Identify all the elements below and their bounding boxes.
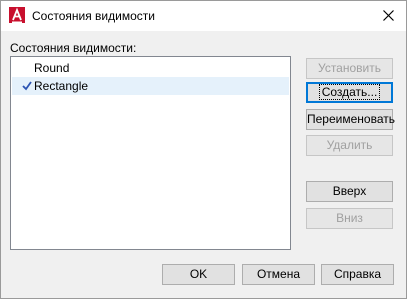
title-bar: Состояния видимости: [1, 1, 406, 31]
delete-label: Удалить: [326, 138, 373, 152]
cancel-label: Отмена: [256, 267, 301, 281]
create-label: Создать...: [318, 84, 381, 100]
checkmark-icon: [22, 77, 34, 95]
create-button[interactable]: Создать...: [306, 82, 393, 103]
rename-button[interactable]: Переименовать: [306, 109, 395, 130]
ok-button[interactable]: OK: [162, 264, 235, 285]
set-current-label: Установить: [318, 61, 381, 75]
list-item-label: Round: [34, 61, 70, 75]
help-button[interactable]: Справка: [321, 264, 394, 285]
ok-label: OK: [189, 267, 208, 281]
list-item-rectangle[interactable]: Rectangle: [12, 77, 289, 95]
rename-label: Переименовать: [307, 112, 395, 126]
close-button[interactable]: [372, 1, 406, 31]
move-up-label: Вверх: [332, 184, 367, 198]
autocad-app-icon: [9, 7, 25, 25]
list-item-label: Rectangle: [34, 79, 89, 93]
move-down-label: Вниз: [336, 211, 363, 225]
checkmark-slot: [22, 59, 34, 77]
visibility-states-label: Состояния видимости:: [10, 41, 136, 55]
cancel-button[interactable]: Отмена: [242, 264, 315, 285]
list-label-text: Состояния видимости:: [10, 41, 137, 55]
delete-button[interactable]: Удалить: [306, 135, 393, 156]
window-title: Состояния видимости: [32, 9, 155, 23]
move-up-button[interactable]: Вверх: [306, 181, 393, 202]
help-label: Справка: [333, 267, 382, 281]
close-icon: [383, 10, 394, 21]
visibility-states-list[interactable]: Round Rectangle: [10, 56, 291, 250]
move-down-button[interactable]: Вниз: [306, 208, 393, 229]
visibility-states-dialog: Состояния видимости Состояния видимости:…: [0, 0, 407, 299]
list-item-round[interactable]: Round: [12, 59, 289, 77]
set-current-button[interactable]: Установить: [306, 58, 393, 79]
